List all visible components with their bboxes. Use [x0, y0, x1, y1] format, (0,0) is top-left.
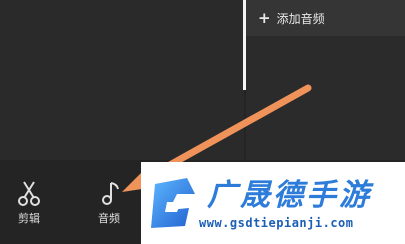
watermark-url: www.gsdtiepianji.com	[199, 216, 354, 230]
brand-logo-icon	[151, 178, 195, 228]
watermark-name: 广晟德手游	[207, 178, 372, 213]
watermark: 广晟德手游 www.gsdtiepianji.com	[141, 162, 405, 244]
